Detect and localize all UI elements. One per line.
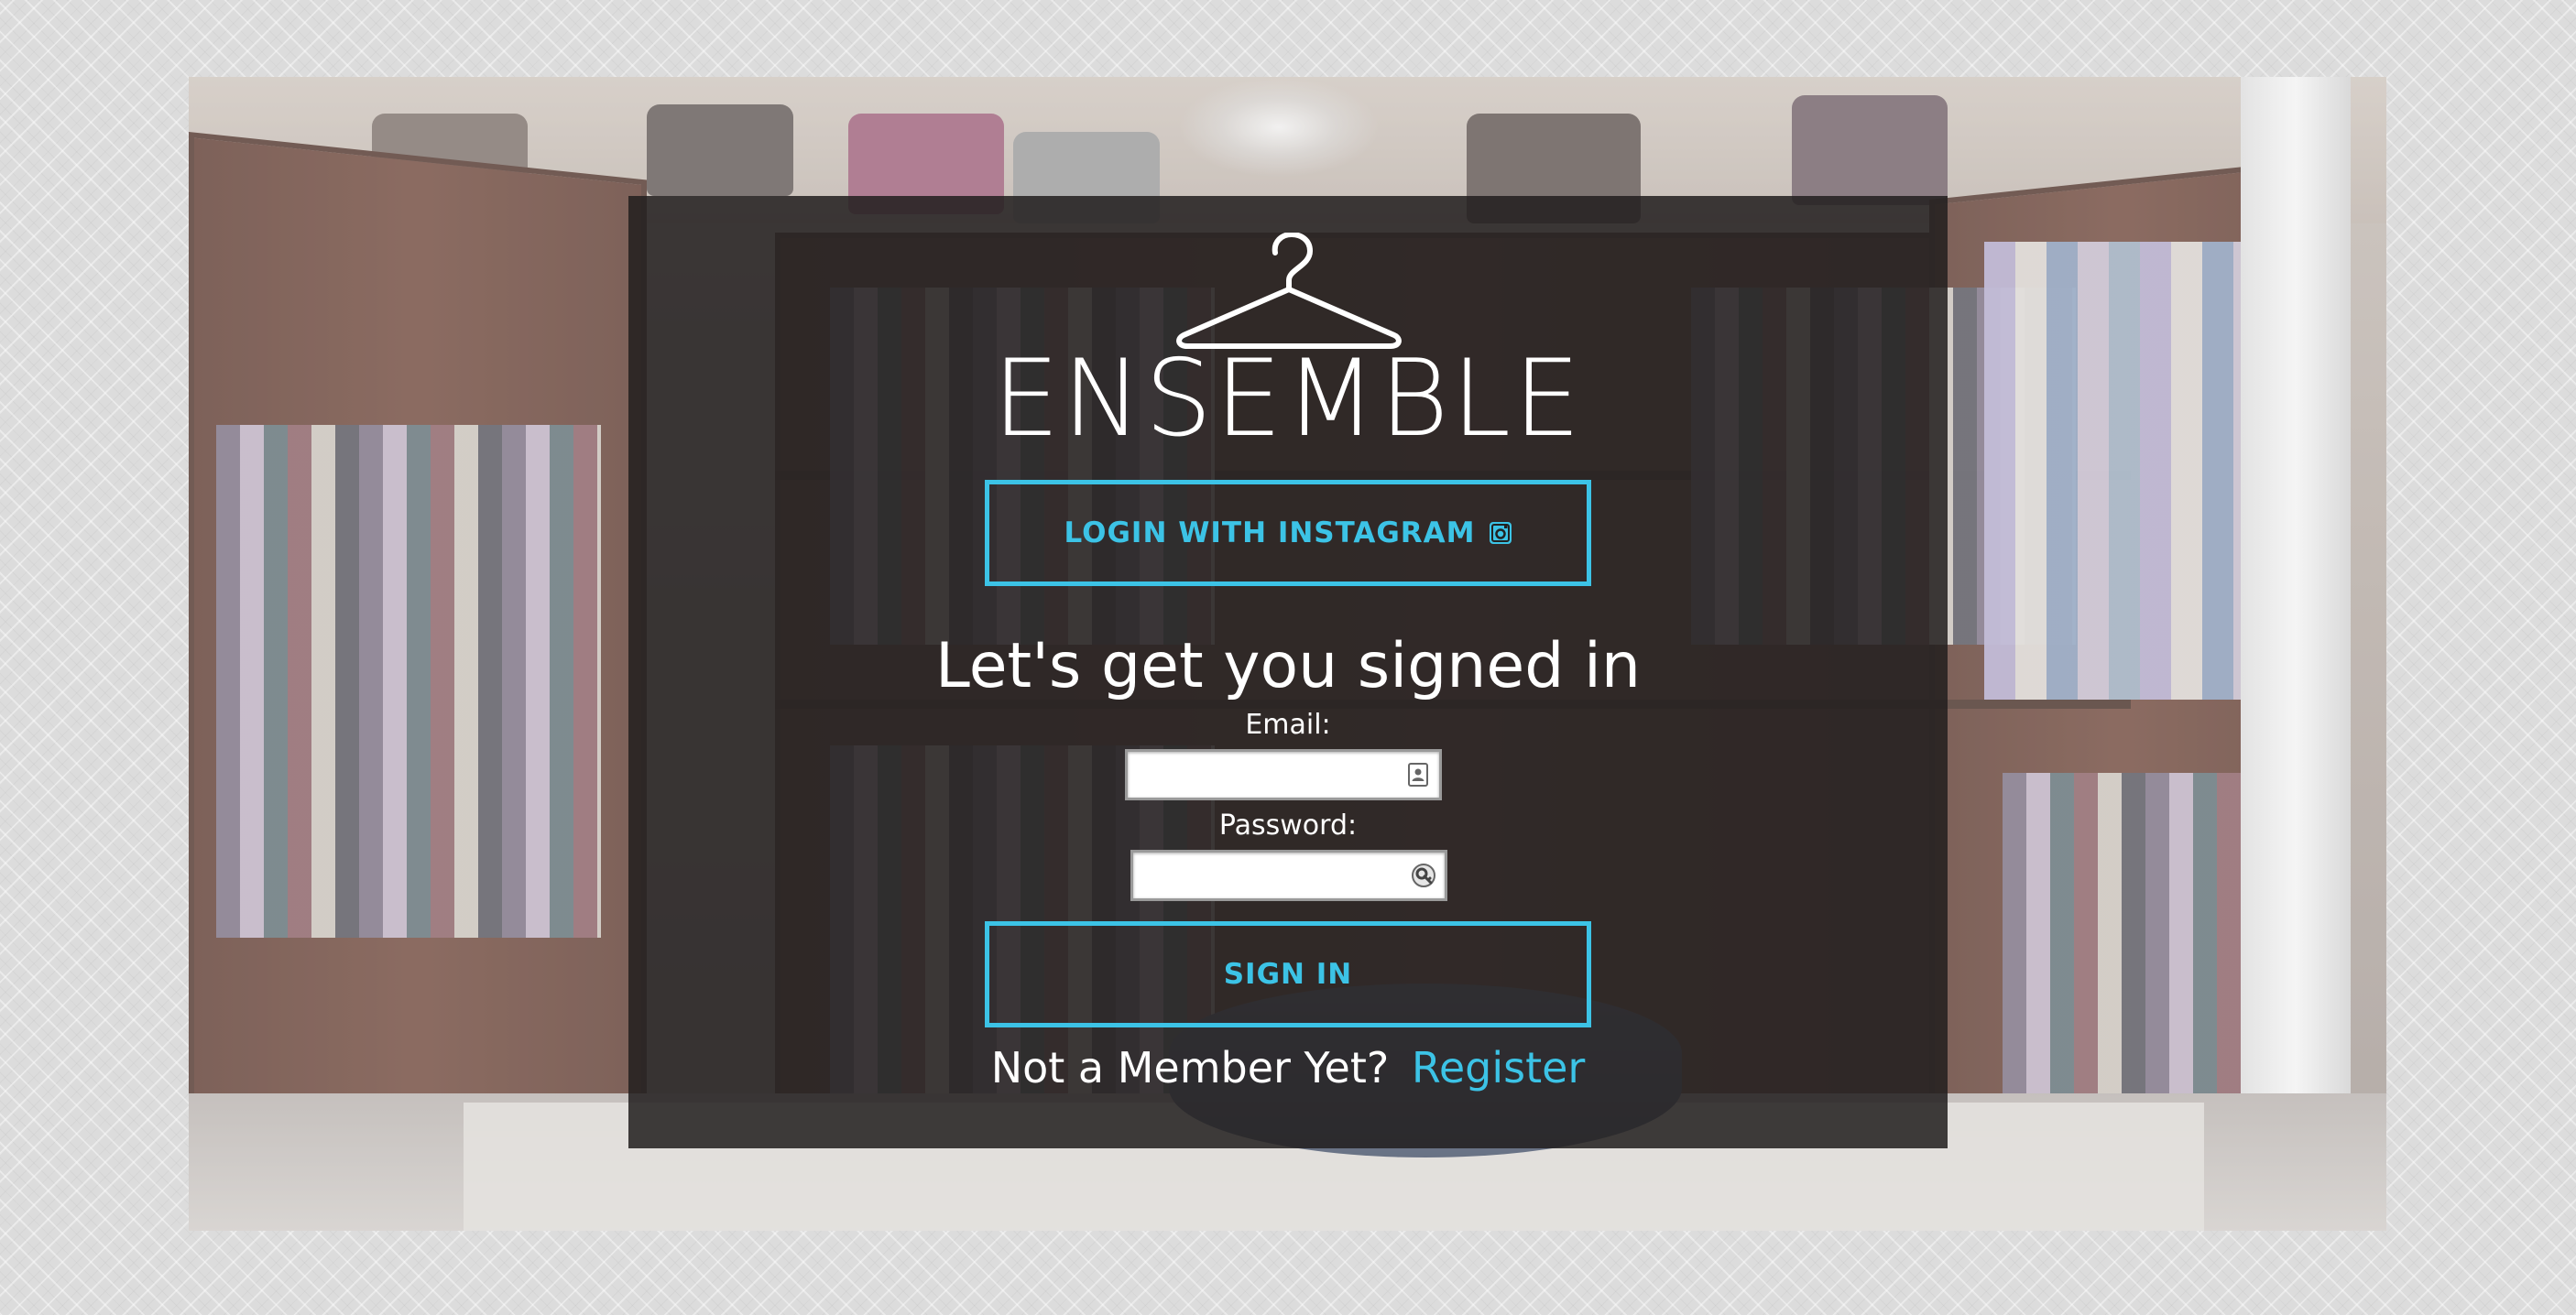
instagram-icon [1489,522,1512,544]
login-with-instagram-button[interactable]: LOGIN WITH INSTAGRAM [985,480,1591,586]
register-link[interactable]: Register [1412,1043,1585,1092]
register-prompt: Not a Member Yet? Register [824,1040,1752,1095]
brand-logo-text: ENSEMBLE [992,337,1584,461]
sign-in-button-label: SIGN IN [1223,958,1353,991]
sign-in-heading: Let's get you signed in [935,630,1641,702]
password-field-container [1130,850,1447,901]
hanger-icon [1176,233,1402,349]
instagram-button-label: LOGIN WITH INSTAGRAM [1064,516,1476,549]
key-manager-icon[interactable] [1410,862,1437,889]
password-field[interactable] [1133,853,1445,898]
email-label: Email: [1245,709,1331,741]
sign-in-button[interactable]: SIGN IN [985,921,1591,1027]
email-field-container [1125,749,1442,800]
register-prompt-text: Not a Member Yet? [990,1043,1390,1092]
contact-card-icon[interactable] [1404,761,1432,788]
email-field[interactable] [1128,752,1439,798]
password-label: Password: [1218,810,1358,842]
